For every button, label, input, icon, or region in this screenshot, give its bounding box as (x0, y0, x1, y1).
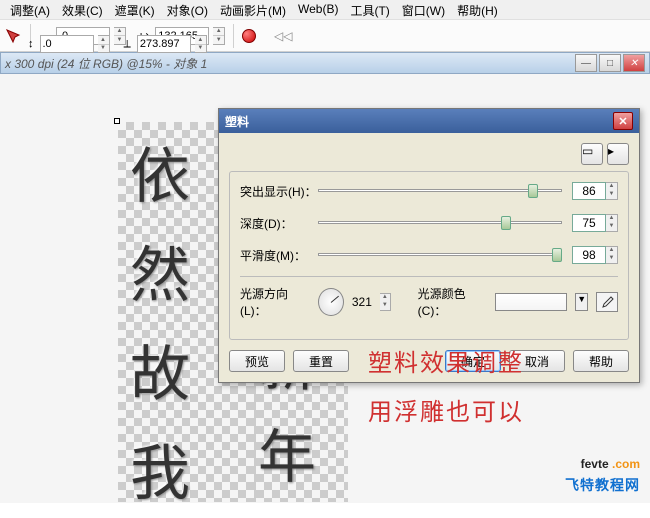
dropdown-icon[interactable]: ▼ (575, 293, 588, 311)
highlight-slider[interactable] (318, 181, 562, 201)
menu-item[interactable]: 帮助(H) (451, 0, 504, 19)
depth-label: 深度(D)： (240, 215, 318, 232)
eyedropper-button[interactable] (596, 292, 618, 312)
dialog-title-bar[interactable]: 塑料 ✕ (219, 109, 639, 133)
tool-icon[interactable] (4, 27, 22, 45)
smooth-label: 平滑度(M)： (240, 247, 318, 264)
y-input[interactable] (40, 35, 94, 53)
parameter-group: 突出显示(H)： 86 ▲▼ 深度(D)： 75 ▲▼ 平滑度(M)： (229, 171, 629, 340)
watermark: fevte .com 飞特教程网 (565, 443, 640, 495)
direction-dial[interactable] (318, 288, 343, 316)
menu-bar: 调整(A) 效果(C) 遮罩(K) 对象(O) 动画影片(M) Web(B) 工… (0, 0, 650, 20)
separator (240, 276, 618, 277)
annotation-text-1: 塑料效果调整 (368, 343, 524, 378)
highlight-label: 突出显示(H)： (240, 183, 318, 200)
reset-button[interactable]: 重置 (293, 350, 349, 372)
y-label: ↕ (28, 38, 34, 50)
menu-item[interactable]: 工具(T) (344, 0, 395, 19)
watermark-subtitle: 飞特教程网 (565, 475, 640, 495)
h-input[interactable] (137, 35, 191, 53)
direction-label: 光源方向(L)： (240, 285, 310, 319)
smooth-slider[interactable] (318, 245, 562, 265)
glyph: 我 (118, 419, 258, 518)
menu-item[interactable]: 窗口(W) (396, 0, 451, 19)
depth-slider[interactable] (318, 213, 562, 233)
separator (233, 24, 234, 48)
depth-value[interactable]: 75 (572, 214, 606, 232)
glyph: 年 (248, 406, 348, 498)
options-icon[interactable]: ▸ (607, 143, 629, 165)
dialog-title: 塑料 (225, 113, 249, 130)
menu-item[interactable]: 对象(O) (161, 0, 214, 19)
record-button[interactable] (242, 29, 256, 43)
depth-spinner[interactable]: ▲▼ (606, 214, 618, 232)
menu-item[interactable]: 动画影片(M) (214, 0, 292, 19)
watermark-brand: fevte (581, 457, 609, 471)
highlight-spinner[interactable]: ▲▼ (606, 182, 618, 200)
dialog-close-button[interactable]: ✕ (613, 112, 633, 130)
w-spinner[interactable]: ▲▼ (213, 27, 225, 45)
smooth-value[interactable]: 98 (572, 246, 606, 264)
menu-item[interactable]: 调整(A) (4, 0, 56, 19)
direction-value[interactable]: 321 (352, 295, 372, 309)
close-button[interactable]: ✕ (623, 54, 645, 72)
maximize-button[interactable]: □ (599, 54, 621, 72)
document-title: x 300 dpi (24 位 RGB) @15% - 对象 1 (5, 55, 207, 72)
watermark-tld: .com (612, 457, 640, 471)
color-label: 光源颜色(C)： (418, 285, 487, 319)
help-button[interactable]: 帮助 (573, 350, 629, 372)
smooth-spinner[interactable]: ▲▼ (606, 246, 618, 264)
plastic-dialog: 塑料 ✕ ▭ ▸ 突出显示(H)： 86 ▲▼ 深度(D)： (218, 108, 640, 383)
rewind-icon[interactable]: ◁◁ (274, 27, 292, 45)
h-label: ⟂ (124, 38, 131, 51)
minimize-button[interactable]: — (575, 54, 597, 72)
menu-item[interactable]: 效果(C) (56, 0, 109, 19)
light-color-picker[interactable] (495, 293, 567, 311)
preview-toggle-icon[interactable]: ▭ (581, 143, 603, 165)
annotation-text-2: 用浮雕也可以 (368, 392, 524, 427)
h-spinner[interactable]: ▲▼ (195, 35, 207, 53)
highlight-value[interactable]: 86 (572, 182, 606, 200)
menu-item[interactable]: 遮罩(K) (109, 0, 161, 19)
document-title-bar: x 300 dpi (24 位 RGB) @15% - 对象 1 — □ ✕ (0, 52, 650, 74)
menu-item[interactable]: Web(B) (292, 0, 344, 19)
y-spinner[interactable]: ▲▼ (98, 35, 110, 53)
preview-button[interactable]: 预览 (229, 350, 285, 372)
direction-spinner[interactable]: ▲▼ (380, 293, 391, 311)
